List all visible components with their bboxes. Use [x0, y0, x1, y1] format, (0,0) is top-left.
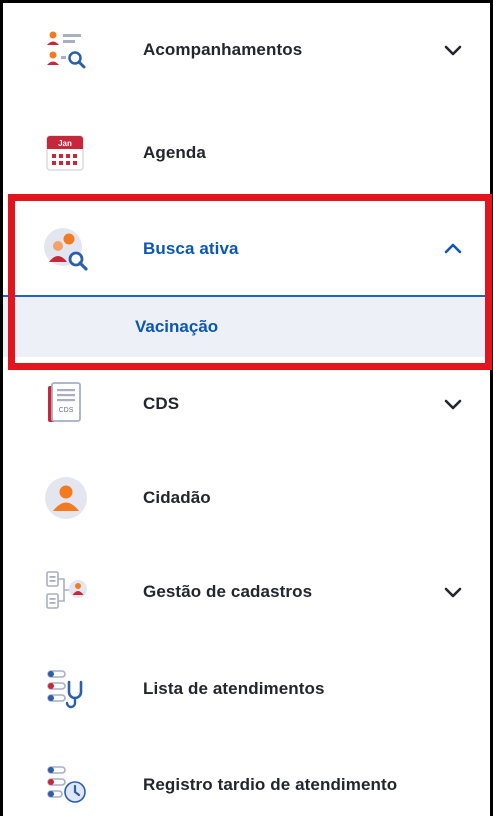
menu-item-cidadao[interactable]: Cidadão — [3, 451, 490, 545]
menu-item-registro-tardio-de-atendimento[interactable]: Registro tardio de atendimento — [3, 738, 490, 832]
menu-item-label: Lista de atendimentos — [143, 679, 325, 698]
chevron-up-icon[interactable] — [443, 239, 463, 259]
menu-item-agenda[interactable]: Jan Agenda — [3, 106, 490, 200]
menu-item-label: Busca ativa — [143, 239, 239, 258]
registry-management-icon — [46, 571, 87, 609]
submenu-item-vacinacao[interactable]: Vacinação — [3, 295, 490, 357]
monitoring-icon — [47, 31, 86, 69]
menu-item-label: Agenda — [143, 143, 206, 162]
menu-item-label: Cidadão — [143, 488, 211, 507]
chevron-down-icon[interactable] — [443, 40, 463, 60]
late-record-icon — [47, 766, 86, 803]
menu-item-lista-de-atendimentos[interactable]: Lista de atendimentos — [3, 642, 490, 736]
menu-item-acompanhamentos[interactable]: Acompanhamentos — [3, 3, 490, 97]
menu-item-label: Gestão de cadastros — [143, 582, 313, 601]
chevron-down-icon[interactable] — [443, 582, 463, 602]
calendar-icon: Jan — [46, 135, 84, 171]
care-list-icon — [47, 670, 83, 709]
citizen-icon — [45, 477, 87, 519]
calendar-month-text: Jan — [58, 139, 72, 148]
cds-form-icon: CDS — [48, 382, 81, 422]
menu-item-cds[interactable]: CDS CDS — [3, 357, 490, 451]
chevron-down-icon[interactable] — [443, 394, 463, 414]
cds-form-text: CDS — [59, 407, 74, 414]
menu-item-label: Acompanhamentos — [143, 40, 303, 59]
menu-item-label: CDS — [143, 394, 180, 413]
submenu-item-label: Vacinação — [135, 317, 219, 336]
menu-item-label: Registro tardio de atendimento — [143, 775, 398, 794]
menu-item-gestao-de-cadastros[interactable]: Gestão de cadastros — [3, 545, 490, 639]
menu-item-busca-ativa[interactable]: Busca ativa — [3, 202, 490, 296]
user-search-icon — [44, 228, 88, 271]
